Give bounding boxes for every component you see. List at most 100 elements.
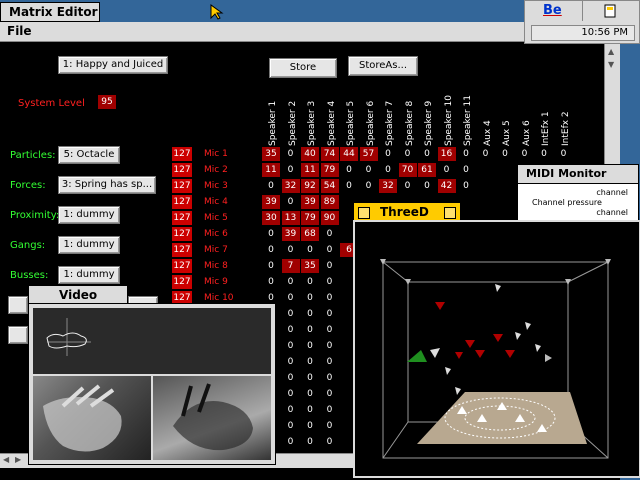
matrix-cell[interactable]: 0 [282, 275, 300, 289]
matrix-cell[interactable]: 0 [282, 339, 300, 353]
matrix-cell[interactable]: 0 [516, 147, 534, 161]
matrix-cell[interactable]: 74 [320, 147, 339, 161]
matrix-cell[interactable]: 54 [320, 179, 339, 193]
matrix-cell[interactable]: 0 [282, 195, 300, 209]
video-title-tab[interactable]: Video [28, 285, 128, 305]
matrix-cell[interactable]: 0 [418, 179, 436, 193]
close-box-icon[interactable] [358, 207, 370, 219]
mic-level[interactable]: 127 [172, 163, 192, 177]
matrix-cell[interactable]: 0 [262, 275, 280, 289]
matrix-cell[interactable]: 0 [496, 147, 514, 161]
matrix-cell[interactable]: 11 [262, 163, 280, 177]
matrix-cell[interactable]: 0 [379, 163, 397, 177]
matrix-cell[interactable]: 0 [282, 163, 300, 177]
matrix-cell[interactable]: 0 [418, 147, 436, 161]
matrix-cell[interactable]: 0 [301, 419, 319, 433]
matrix-cell[interactable]: 0 [262, 227, 280, 241]
matrix-cell[interactable]: 0 [555, 147, 573, 161]
matrix-cell[interactable]: 0 [321, 419, 339, 433]
matrix-cell[interactable]: 0 [321, 403, 339, 417]
mic-level[interactable]: 127 [172, 259, 192, 273]
matrix-cell[interactable]: 35 [301, 259, 319, 273]
matrix-cell[interactable]: 0 [399, 147, 417, 161]
midi-monitor-title-tab[interactable]: MIDI Monitor [517, 164, 639, 184]
matrix-cell[interactable]: 0 [282, 403, 300, 417]
matrix-cell[interactable]: 0 [301, 339, 319, 353]
matrix-cell[interactable]: 79 [301, 211, 319, 225]
matrix-cell[interactable]: 0 [282, 387, 300, 401]
matrix-cell[interactable]: 92 [301, 179, 319, 193]
matrix-cell[interactable]: 0 [301, 387, 319, 401]
matrix-cell[interactable]: 0 [321, 227, 339, 241]
matrix-cell[interactable]: 0 [282, 419, 300, 433]
matrix-cell[interactable]: 0 [477, 147, 495, 161]
matrix-cell[interactable]: 68 [301, 227, 319, 241]
matrix-cell[interactable]: 0 [301, 307, 319, 321]
matrix-cell[interactable]: 70 [398, 163, 417, 177]
mic-level[interactable]: 127 [172, 227, 192, 241]
matrix-cell[interactable]: 0 [282, 243, 300, 257]
mic-level[interactable]: 127 [172, 275, 192, 289]
matrix-cell[interactable]: 61 [418, 163, 436, 177]
matrix-cell[interactable]: 0 [321, 291, 339, 305]
matrix-cell[interactable]: 0 [535, 147, 553, 161]
scroll-up-arrow-icon[interactable]: ▲ [608, 47, 614, 56]
matrix-cell[interactable]: 0 [301, 275, 319, 289]
matrix-cell[interactable]: 0 [457, 163, 475, 177]
matrix-cell[interactable]: 0 [399, 179, 417, 193]
matrix-cell[interactable]: 0 [282, 323, 300, 337]
matrix-cell[interactable]: 0 [321, 435, 339, 449]
matrix-cell[interactable]: 0 [301, 291, 319, 305]
matrix-cell[interactable]: 39 [301, 195, 319, 209]
threed-scene[interactable] [355, 222, 639, 476]
matrix-cell[interactable]: 0 [321, 275, 339, 289]
matrix-cell[interactable]: 0 [262, 179, 280, 193]
mic-level[interactable]: 127 [172, 211, 192, 225]
mic-level[interactable]: 127 [172, 195, 192, 209]
matrix-cell[interactable]: 0 [321, 323, 339, 337]
matrix-cell[interactable]: 0 [282, 307, 300, 321]
matrix-cell[interactable]: 35 [262, 147, 280, 161]
matrix-cell[interactable]: 0 [301, 403, 319, 417]
matrix-cell[interactable]: 0 [262, 243, 280, 257]
mic-level[interactable]: 127 [172, 243, 192, 257]
matrix-cell[interactable]: 0 [321, 307, 339, 321]
matrix-cell[interactable]: 32 [281, 179, 300, 193]
matrix-cell[interactable]: 0 [379, 147, 397, 161]
matrix-cell[interactable]: 89 [320, 195, 339, 209]
matrix-cell[interactable]: 0 [262, 259, 280, 273]
mic-level[interactable]: 127 [172, 179, 192, 193]
matrix-cell[interactable]: 0 [282, 435, 300, 449]
matrix-cell[interactable]: 0 [282, 371, 300, 385]
matrix-cell[interactable]: 0 [301, 371, 319, 385]
matrix-cell[interactable]: 0 [321, 387, 339, 401]
matrix-cell[interactable]: 0 [321, 355, 339, 369]
matrix-cell[interactable]: 0 [282, 355, 300, 369]
matrix-cell[interactable]: 32 [379, 179, 397, 193]
matrix-cell[interactable]: 39 [281, 227, 300, 241]
matrix-cell[interactable]: 0 [340, 179, 358, 193]
matrix-cell[interactable]: 0 [321, 339, 339, 353]
matrix-cell[interactable]: 39 [262, 195, 280, 209]
matrix-cell[interactable]: 0 [301, 243, 319, 257]
matrix-cell[interactable]: 90 [320, 211, 339, 225]
matrix-cell[interactable]: 0 [321, 243, 339, 257]
mic-level[interactable]: 127 [172, 147, 192, 161]
matrix-cell[interactable]: 0 [301, 323, 319, 337]
scroll-down-arrow-icon[interactable]: ▼ [608, 60, 614, 69]
matrix-cell[interactable]: 0 [301, 355, 319, 369]
matrix-cell[interactable]: 44 [340, 147, 358, 161]
matrix-cell[interactable]: 0 [321, 259, 339, 273]
threed-title-tab[interactable]: ThreeD [353, 202, 461, 222]
matrix-cell[interactable]: 0 [282, 291, 300, 305]
matrix-cell[interactable]: 13 [281, 211, 300, 225]
matrix-cell[interactable]: 30 [262, 211, 280, 225]
matrix-cell[interactable]: 0 [457, 179, 475, 193]
matrix-cell[interactable]: 0 [457, 147, 475, 161]
matrix-cell[interactable]: 57 [359, 147, 378, 161]
matrix-cell[interactable]: 16 [437, 147, 456, 161]
matrix-cell[interactable]: 11 [301, 163, 319, 177]
matrix-cell[interactable]: 0 [321, 371, 339, 385]
zoom-box-icon[interactable] [444, 207, 456, 219]
matrix-cell[interactable]: 0 [438, 163, 456, 177]
